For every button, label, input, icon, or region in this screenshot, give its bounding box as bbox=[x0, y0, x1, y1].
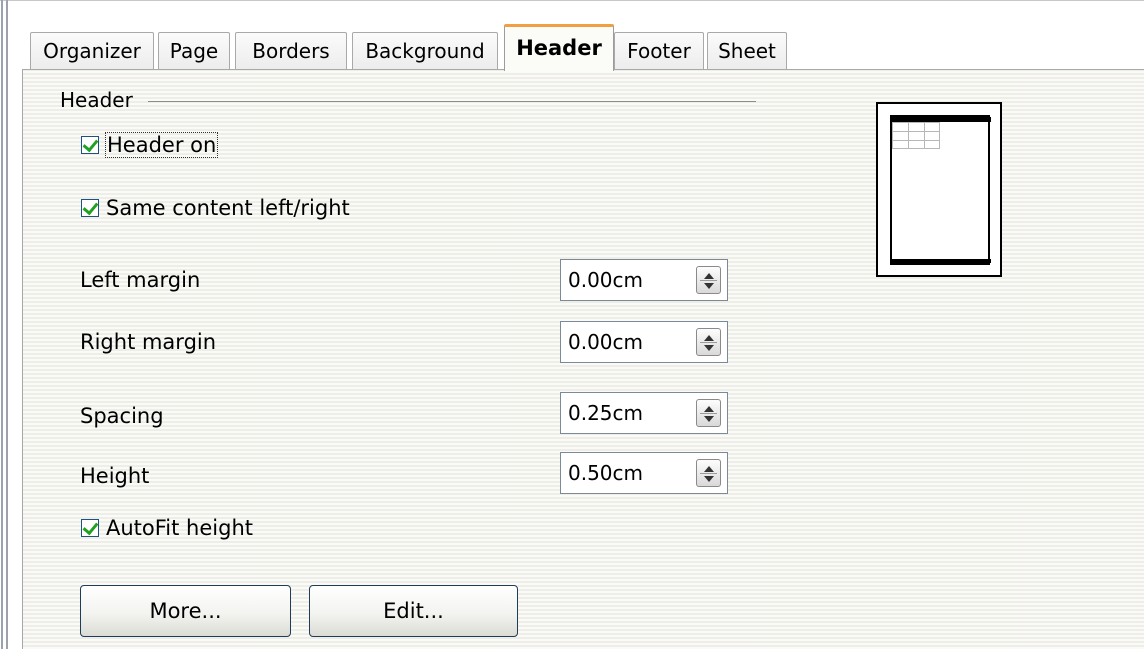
spin-buttons[interactable] bbox=[696, 266, 721, 294]
page-preview bbox=[876, 102, 1002, 277]
spin-divider bbox=[700, 280, 717, 281]
right-margin-spinbox[interactable]: 0.00cm bbox=[560, 321, 728, 363]
tab-organizer[interactable]: Organizer bbox=[30, 32, 154, 70]
window-top-edge bbox=[0, 0, 1144, 1]
arrow-down-icon[interactable] bbox=[704, 416, 714, 422]
spin-divider bbox=[700, 473, 717, 474]
preview-page bbox=[890, 115, 991, 265]
tab-background[interactable]: Background bbox=[352, 32, 498, 70]
tab-page[interactable]: Page bbox=[158, 32, 230, 70]
same-content-label: Same content left/right bbox=[106, 196, 350, 220]
section-title: Header bbox=[60, 88, 133, 112]
right-margin-label: Right margin bbox=[80, 330, 217, 354]
checkbox-checked-icon[interactable] bbox=[81, 199, 99, 217]
tab-borders[interactable]: Borders bbox=[235, 32, 347, 70]
arrow-up-icon[interactable] bbox=[704, 335, 714, 341]
arrow-down-icon[interactable] bbox=[704, 283, 714, 289]
spin-divider bbox=[700, 413, 717, 414]
spacing-value[interactable]: 0.25cm bbox=[568, 393, 643, 433]
right-margin-value[interactable]: 0.00cm bbox=[568, 322, 643, 362]
spin-buttons[interactable] bbox=[696, 328, 721, 356]
window-left-edge-inner bbox=[6, 0, 8, 649]
tab-sheet[interactable]: Sheet bbox=[707, 32, 787, 70]
spacing-spinbox[interactable]: 0.25cm bbox=[560, 392, 728, 434]
checkbox-checked-icon[interactable] bbox=[81, 519, 99, 537]
spin-divider bbox=[700, 342, 717, 343]
same-content-checkbox[interactable]: Same content left/right bbox=[81, 196, 350, 220]
left-margin-label: Left margin bbox=[80, 268, 201, 292]
section-divider bbox=[148, 101, 756, 102]
arrow-down-icon[interactable] bbox=[704, 345, 714, 351]
left-margin-spinbox[interactable]: 0.00cm bbox=[560, 259, 728, 301]
autofit-height-checkbox[interactable]: AutoFit height bbox=[81, 516, 253, 540]
height-label: Height bbox=[80, 464, 150, 488]
arrow-up-icon[interactable] bbox=[704, 406, 714, 412]
header-on-label: Header on bbox=[104, 132, 219, 158]
header-on-checkbox[interactable]: Header on bbox=[81, 132, 219, 158]
window-left-edge bbox=[1, 0, 3, 649]
autofit-height-label: AutoFit height bbox=[106, 516, 253, 540]
arrow-down-icon[interactable] bbox=[704, 476, 714, 482]
preview-footer-bar bbox=[891, 259, 991, 263]
checkbox-checked-icon[interactable] bbox=[81, 136, 99, 154]
more-button[interactable]: More... bbox=[80, 585, 291, 637]
height-value[interactable]: 0.50cm bbox=[568, 453, 643, 493]
tab-footer[interactable]: Footer bbox=[614, 32, 704, 70]
arrow-up-icon[interactable] bbox=[704, 466, 714, 472]
spin-buttons[interactable] bbox=[696, 459, 721, 487]
left-margin-value[interactable]: 0.00cm bbox=[568, 260, 643, 300]
tab-header[interactable]: Header bbox=[504, 24, 614, 71]
spacing-label: Spacing bbox=[80, 404, 164, 428]
arrow-up-icon[interactable] bbox=[704, 273, 714, 279]
spin-buttons[interactable] bbox=[696, 399, 721, 427]
edit-button[interactable]: Edit... bbox=[309, 585, 518, 637]
spreadsheet-grid-icon bbox=[892, 122, 940, 149]
height-spinbox[interactable]: 0.50cm bbox=[560, 452, 728, 494]
